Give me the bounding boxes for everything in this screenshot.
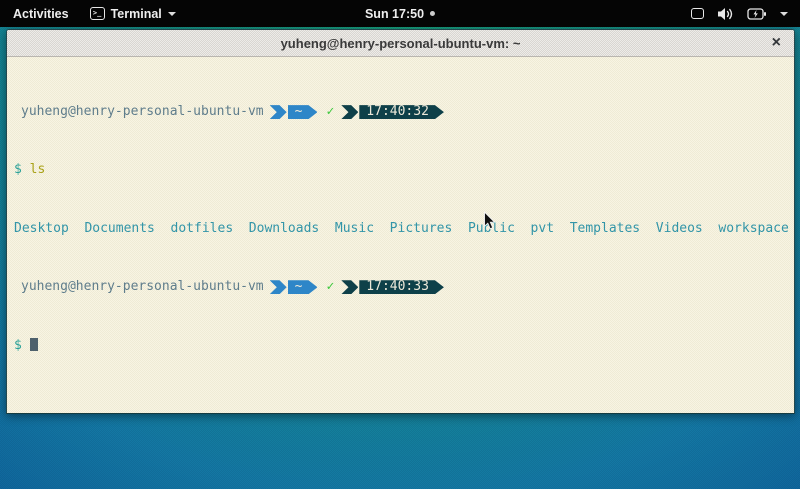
prompt-cwd: ~ [295,280,303,295]
window-titlebar[interactable]: yuheng@henry-personal-ubuntu-vm: ~ × [7,30,794,57]
volume-icon [717,7,734,21]
close-button[interactable]: × [772,35,781,51]
terminal-app-icon: >_ [90,7,105,20]
clock-label: Sun 17:50 [365,7,424,21]
prompt-cwd-segment: ~ [288,280,318,294]
prompt-timestamp: 17:40:33 [366,280,429,295]
prompt-line: yuheng@henry-personal-ubuntu-vm ~ ✓ 17:4… [14,280,794,295]
chevron-down-icon [168,12,176,16]
typed-command: ls [30,162,46,177]
mouse-cursor [483,211,496,231]
terminal-screen[interactable]: yuheng@henry-personal-ubuntu-vm ~ ✓ 17:4… [7,57,794,413]
powerline-arrow-icon [341,105,358,119]
powerline-arrow-icon [270,280,287,294]
powerline-arrow-icon [341,280,358,294]
prompt-time-segment: 17:40:33 [359,280,444,294]
top-bar: Activities >_ Terminal Sun 17:50 [0,0,800,27]
prompt-user-host: yuheng@henry-personal-ubuntu-vm [14,280,264,295]
battery-charging-icon [747,8,767,20]
status-check-icon: ✓ [326,280,334,295]
prompt-dollar: $ [14,338,22,353]
prompt-cwd-segment: ~ [288,105,318,119]
system-status-area[interactable] [691,0,800,27]
powerline-arrow-icon [270,105,287,119]
status-check-icon: ✓ [326,105,334,120]
notification-dot-icon [430,11,435,16]
prompt-timestamp: 17:40:32 [366,105,429,120]
prompt-line: yuheng@henry-personal-ubuntu-vm ~ ✓ 17:4… [14,105,794,120]
command-line: $ ls [14,163,794,178]
ls-output-line: Desktop Documents dotfiles Downloads Mus… [14,222,794,237]
terminal-cursor [30,338,38,351]
terminal-window: yuheng@henry-personal-ubuntu-vm: ~ × yuh… [6,29,795,414]
chevron-down-icon [780,12,788,16]
prompt-dollar: $ [14,162,22,177]
activities-label: Activities [13,7,69,21]
window-title: yuheng@henry-personal-ubuntu-vm: ~ [281,36,521,51]
app-menu-label: Terminal [111,7,162,21]
activities-button[interactable]: Activities [0,0,82,27]
app-menu-terminal[interactable]: >_ Terminal [82,0,184,27]
clock-button[interactable]: Sun 17:50 [365,0,435,27]
prompt-time-segment: 17:40:32 [359,105,444,119]
prompt-cwd: ~ [295,105,303,120]
screen-icon [691,8,704,19]
input-line: $ [14,338,794,353]
prompt-user-host: yuheng@henry-personal-ubuntu-vm [14,105,264,120]
